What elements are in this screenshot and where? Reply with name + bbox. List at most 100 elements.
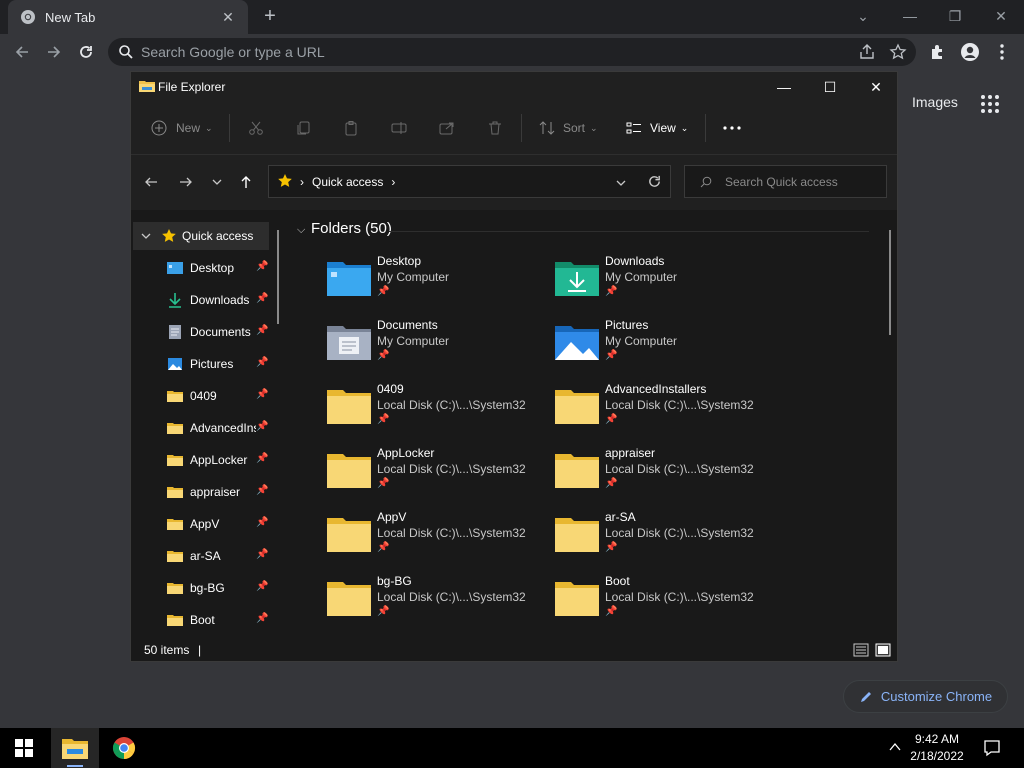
folder-tile[interactable]: appraiser Local Disk (C:)\...\System32 📌 bbox=[555, 446, 775, 506]
paste-clipboard-icon bbox=[345, 121, 357, 136]
tab-close-icon[interactable]: ✕ bbox=[220, 9, 236, 26]
new-tab-button[interactable]: + bbox=[259, 6, 281, 28]
new-button[interactable]: New ⌄ bbox=[151, 116, 213, 140]
nav-item-documents[interactable]: Documents 📌 bbox=[133, 318, 269, 346]
address-history-chevron-icon[interactable] bbox=[615, 177, 627, 189]
expand-chevron-icon[interactable] bbox=[141, 232, 151, 240]
explorer-content-pane: ⌵ Folders (50) Desktop My Computer 📌 Down… bbox=[289, 210, 889, 640]
nav-item-downloads[interactable]: Downloads 📌 bbox=[133, 286, 269, 314]
share-button[interactable] bbox=[439, 116, 455, 140]
see-more-button[interactable] bbox=[723, 116, 741, 140]
nav-item-quick-access[interactable]: Quick access bbox=[133, 222, 269, 250]
folder-tile[interactable]: Desktop My Computer 📌 bbox=[327, 254, 547, 314]
folders-group-header[interactable]: ⌵ Folders (50) bbox=[297, 220, 392, 237]
nav-item-folder[interactable]: AppLocker 📌 bbox=[133, 446, 269, 474]
breadcrumb-quick-access[interactable]: Quick access bbox=[312, 175, 383, 189]
group-divider bbox=[389, 231, 869, 232]
pin-icon: 📌 bbox=[605, 478, 618, 489]
google-apps-grid-icon[interactable] bbox=[980, 94, 1000, 114]
folder-tile[interactable]: ar-SA Local Disk (C:)\...\System32 📌 bbox=[555, 510, 775, 570]
clock-date: 2/18/2022 bbox=[910, 749, 964, 763]
start-button[interactable] bbox=[0, 728, 48, 768]
nav-item-folder[interactable]: AdvancedInstallers 📌 bbox=[133, 414, 269, 442]
notification-center-icon[interactable] bbox=[983, 739, 1001, 757]
forward-button[interactable] bbox=[42, 40, 66, 64]
tab-new-tab[interactable]: New Tab ✕ bbox=[8, 0, 248, 34]
nav-item-folder[interactable]: 0409 📌 bbox=[133, 382, 269, 410]
folder-tile[interactable]: Boot Local Disk (C:)\...\System32 📌 bbox=[555, 574, 775, 634]
folder-tile[interactable]: bg-BG Local Disk (C:)\...\System32 📌 bbox=[327, 574, 547, 634]
folder-location: Local Disk (C:)\...\System32 bbox=[377, 590, 526, 604]
explorer-maximize-icon[interactable]: ☐ bbox=[807, 72, 853, 102]
folder-location: Local Disk (C:)\...\System32 bbox=[377, 398, 526, 412]
bookmark-star-icon[interactable] bbox=[889, 43, 907, 61]
pin-icon: 📌 bbox=[605, 286, 618, 297]
nav-item-desktop[interactable]: Desktop 📌 bbox=[133, 254, 269, 282]
reload-button[interactable] bbox=[74, 40, 98, 64]
explorer-forward-button[interactable] bbox=[176, 172, 196, 192]
cut-button[interactable] bbox=[248, 116, 264, 140]
search-icon bbox=[119, 45, 133, 59]
customize-chrome-button[interactable]: Customize Chrome bbox=[843, 680, 1008, 713]
refresh-icon[interactable] bbox=[647, 174, 662, 189]
rename-button[interactable] bbox=[391, 116, 407, 140]
nav-item-folder[interactable]: appraiser 📌 bbox=[133, 478, 269, 506]
restore-icon[interactable]: ❐ bbox=[941, 4, 969, 28]
folder-icon bbox=[555, 454, 599, 488]
taskbar-file-explorer[interactable] bbox=[51, 728, 99, 768]
folder-name: 0409 bbox=[377, 382, 404, 396]
back-button[interactable] bbox=[10, 40, 34, 64]
sort-button[interactable]: Sort ⌄ bbox=[539, 116, 598, 140]
delete-button[interactable] bbox=[487, 116, 503, 140]
taskbar-chrome[interactable] bbox=[100, 728, 148, 768]
tab-search-icon[interactable]: ⌄ bbox=[849, 4, 877, 28]
nav-item-folder[interactable]: bg-BG 📌 bbox=[133, 574, 269, 602]
nav-item-folder[interactable]: AppV 📌 bbox=[133, 510, 269, 538]
copy-button[interactable] bbox=[296, 116, 312, 140]
extensions-button[interactable] bbox=[926, 40, 950, 64]
folder-tile[interactable]: AppLocker Local Disk (C:)\...\System32 📌 bbox=[327, 446, 547, 506]
new-plus-icon bbox=[151, 120, 167, 136]
nav-label: Documents bbox=[190, 325, 251, 339]
search-quick-access-input[interactable]: Search Quick access bbox=[684, 165, 887, 198]
explorer-minimize-icon[interactable]: — bbox=[761, 72, 807, 102]
details-view-icon[interactable] bbox=[853, 643, 869, 657]
content-scrollbar[interactable] bbox=[889, 230, 891, 335]
nav-item-folder[interactable]: Boot 📌 bbox=[133, 606, 269, 634]
omnibox[interactable]: Search Google or type a URL bbox=[108, 38, 916, 66]
profile-avatar-icon bbox=[961, 43, 979, 61]
folder-tile[interactable]: 0409 Local Disk (C:)\...\System32 📌 bbox=[327, 382, 547, 442]
folder-tile[interactable]: Downloads My Computer 📌 bbox=[555, 254, 775, 314]
address-bar[interactable]: › Quick access › bbox=[268, 165, 671, 198]
desktop-icon bbox=[167, 262, 183, 274]
navigation-scrollbar[interactable] bbox=[277, 230, 279, 324]
file-explorer-window: File Explorer — ☐ ✕ New ⌄ Sort ⌄ View ⌄ … bbox=[130, 71, 898, 662]
folder-tile[interactable]: AdvancedInstallers Local Disk (C:)\...\S… bbox=[555, 382, 775, 442]
recent-locations-button[interactable] bbox=[207, 172, 227, 192]
images-link[interactable]: Images bbox=[912, 94, 958, 110]
close-icon[interactable]: ✕ bbox=[987, 4, 1015, 28]
folder-tile[interactable]: Pictures My Computer 📌 bbox=[555, 318, 775, 378]
explorer-close-icon[interactable]: ✕ bbox=[853, 72, 899, 102]
chrome-menu-button[interactable] bbox=[990, 40, 1014, 64]
share-icon[interactable] bbox=[858, 43, 876, 61]
view-chevron-icon: ⌄ bbox=[680, 122, 689, 133]
folder-name: ar-SA bbox=[605, 510, 636, 524]
folder-tile[interactable]: AppV Local Disk (C:)\...\System32 📌 bbox=[327, 510, 547, 570]
breadcrumb: › Quick access › bbox=[300, 175, 396, 189]
explorer-titlebar[interactable]: File Explorer — ☐ ✕ bbox=[131, 72, 897, 102]
up-level-button[interactable] bbox=[236, 172, 256, 192]
folder-tile[interactable]: Documents My Computer 📌 bbox=[327, 318, 547, 378]
view-button[interactable]: View ⌄ bbox=[626, 116, 688, 140]
kebab-menu-icon bbox=[1000, 44, 1004, 60]
folder-location: My Computer bbox=[605, 334, 678, 348]
taskbar-clock[interactable]: 9:42 AM 2/18/2022 bbox=[896, 731, 978, 765]
nav-item-folder[interactable]: ar-SA 📌 bbox=[133, 542, 269, 570]
paste-button[interactable] bbox=[343, 116, 359, 140]
explorer-back-button[interactable] bbox=[141, 172, 161, 192]
profile-button[interactable] bbox=[958, 40, 982, 64]
large-icons-view-icon[interactable] bbox=[875, 643, 891, 657]
nav-item-pictures[interactable]: Pictures 📌 bbox=[133, 350, 269, 378]
nav-label: AdvancedInstallers bbox=[190, 421, 256, 435]
minimize-icon[interactable]: — bbox=[896, 4, 924, 28]
